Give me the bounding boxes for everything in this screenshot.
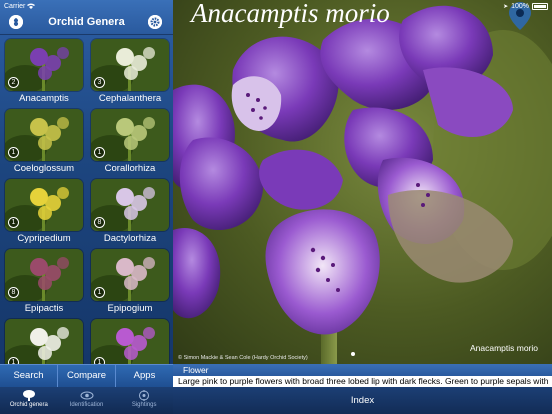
eye-icon [80,391,93,400]
photo-caption: Anacamptis morio [469,343,538,353]
genus-tile[interactable]: 1 Cypripedium [5,179,83,244]
species-count-badge: 1 [8,217,19,228]
gear-icon[interactable] [148,15,162,29]
species-count-badge: 3 [94,77,105,88]
flower-description: Large pink to purple flowers with broad … [173,376,552,387]
genus-thumbnail: 8 [5,249,83,301]
species-count-badge: 8 [8,287,19,298]
tab-label: Identification [69,402,104,408]
tab-sightings[interactable]: Sightings [115,387,173,414]
species-count-badge: 1 [94,147,105,158]
genus-tile[interactable]: 2 Anacamptis [5,39,83,104]
bottom-tab-bar: Orchid genera Identification Sightings [0,387,173,414]
page-indicator-dot [351,352,355,356]
genus-tile[interactable]: 8 Dactylorhiza [91,179,169,244]
flower-info: Flower Large pink to purple flowers with… [173,364,552,387]
species-count-badge: 1 [94,287,105,298]
apps-button[interactable]: Apps [116,365,173,387]
tab-label: Orchid genera [9,402,48,408]
index-button[interactable]: Index [173,387,552,414]
genus-thumbnail: 2 [5,39,83,91]
battery-percent: 100% [511,2,529,10]
genus-thumbnail: 3 [91,39,169,91]
status-right: ➤ 100% [503,2,548,10]
carrier-indicator: Carrier [4,2,36,10]
genus-name: Epipactis [24,303,64,314]
genus-name: Cypripedium [17,233,71,244]
genus-thumbnail: 8 [91,179,169,231]
sidebar-actions: Search Compare Apps [0,364,173,387]
status-bar: Carrier ➤ 100% [0,0,552,12]
genus-thumbnail: 1 [91,109,169,161]
carrier-label: Carrier [4,2,26,10]
genus-name: Cephalanthera [98,93,162,104]
genus-name: Dactylorhiza [103,233,157,244]
genus-tile[interactable]: 8 Epipactis [5,249,83,314]
search-button[interactable]: Search [0,365,58,387]
section-header-flower: Flower [173,364,552,376]
compare-button[interactable]: Compare [58,365,116,387]
species-count-badge: 8 [94,217,105,228]
tab-identification[interactable]: Identification [58,387,116,414]
tree-icon [22,390,35,401]
photo-credit: © Simon Mackie & Sean Cole (Hardy Orchid… [178,355,308,361]
tab-orchid-genera[interactable]: Orchid genera [0,387,58,414]
tab-label: Sightings [131,402,157,408]
species-count-badge: 1 [8,147,19,158]
battery-icon [532,2,548,10]
genus-name: Coeloglossum [13,163,75,174]
genus-name: Anacamptis [19,93,69,104]
genus-tile[interactable]: 1 Coeloglossum [5,109,83,174]
genus-tile[interactable]: 1 Epipogium [91,249,169,314]
location-arrow-icon: ➤ [503,3,509,10]
genera-sidebar: Orchid Genera 2 Anacamptis 3 Cephalanthera 1… [0,0,173,387]
settings-gear-glyph [148,15,162,29]
orchid-flower-illustration [173,5,552,364]
genus-name: Epipogium [107,303,153,314]
genus-name: Corallorhiza [104,163,156,174]
genus-thumbnail: 1 [5,179,83,231]
genus-tile[interactable]: 3 Cephalanthera [91,39,169,104]
species-count-badge: 2 [8,77,19,88]
wifi-icon [27,3,36,9]
genus-thumbnail: 1 [5,109,83,161]
genus-tile[interactable]: 1 Corallorhiza [91,109,169,174]
genus-thumbnail: 1 [91,249,169,301]
target-icon [139,390,150,401]
orchid-photo[interactable]: Anacamptis morio © Simon Mackie & Sean C… [173,0,552,364]
